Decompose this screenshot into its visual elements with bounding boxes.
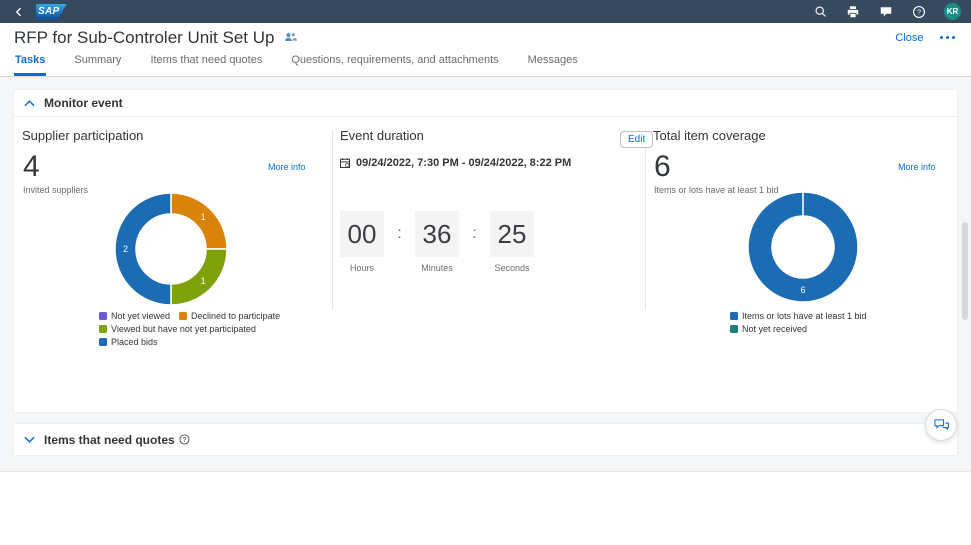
supplier-more-info-link[interactable]: More info [268,162,306,172]
tab-messages[interactable]: Messages [527,49,579,76]
invited-suppliers-label: Invited suppliers [23,185,88,195]
timer-hours-unit: 00 Hours [340,211,384,273]
monitor-event-section: Monitor event Supplier participation 4 I… [14,90,957,412]
page-title: RFP for Sub-Controler Unit Set Up [14,28,274,48]
feedback-icon[interactable] [878,4,894,20]
invited-suppliers-count: 4 [23,152,40,182]
svg-text:?: ? [917,7,921,16]
svg-text:1: 1 [201,276,206,286]
chevron-up-icon [24,100,35,107]
items-that-need-quotes-header[interactable]: Items that need quotes ? [14,424,957,455]
legend-label: Placed bids [111,337,158,347]
legend-label: Viewed but have not yet participated [111,324,256,334]
svg-text:6: 6 [801,285,806,295]
calendar-icon [339,157,351,169]
legend-swatch [99,338,107,346]
panel-divider [332,130,333,310]
tab-tasks[interactable]: Tasks [14,49,46,76]
sap-logo[interactable]: SAP [36,4,67,20]
tab-bar: Tasks Summary Items that need quotes Que… [0,52,971,77]
search-icon[interactable] [812,4,828,20]
tab-items-that-need-quotes[interactable]: Items that need quotes [149,49,263,76]
legend-swatch [730,325,738,333]
header-actions: Close [895,32,957,44]
timer-hours-label: Hours [350,263,374,273]
overflow-menu-icon[interactable] [938,33,958,43]
timer-seconds-label: Seconds [494,263,529,273]
close-button[interactable]: Close [895,32,923,44]
countdown-timer: 00 Hours : 36 Minutes : 25 Seconds [340,211,534,273]
timer-seconds-unit: 25 Seconds [490,211,534,273]
user-avatar[interactable]: KR [944,3,961,20]
legend-item: Not yet received [730,324,867,334]
legend-item: Not yet viewed [99,311,170,321]
coverage-more-info-link[interactable]: More info [898,162,936,172]
legend-swatch [99,325,107,333]
vertical-scrollbar-thumb[interactable] [962,222,968,320]
svg-text:2: 2 [123,244,128,254]
legend-item: Viewed but have not yet participated [99,324,256,334]
supplier-participation-donut-chart: 1 1 2 [111,189,231,309]
chevron-down-icon [24,436,35,443]
legend-label: Items or lots have at least 1 bid [742,311,867,321]
event-duration-title: Event duration [340,128,424,143]
total-item-coverage-title: Total item coverage [653,128,766,143]
total-item-coverage-donut-chart: 6 [743,187,863,307]
top-navbar: SAP ? KR [0,0,971,23]
app-window: SAP ? KR RFP for Sub-Controler Unit Set … [0,0,971,545]
edit-button[interactable]: Edit [620,131,653,148]
question-mark-icon[interactable]: ? [179,434,190,445]
timer-separator: : [459,211,490,257]
panel-divider [645,130,646,310]
event-date-range: 09/24/2022, 7:30 PM - 09/24/2022, 8:22 P… [356,157,571,169]
svg-text:1: 1 [201,212,206,222]
tab-questions-requirements-attachments[interactable]: Questions, requirements, and attachments [290,49,499,76]
legend-item: Declined to participate [179,311,280,321]
supplier-participation-legend: Not yet viewed Declined to participate Vie… [99,311,304,347]
legend-item: Placed bids [99,337,158,347]
timer-minutes-value: 36 [415,211,459,257]
messages-floating-button[interactable] [925,409,957,441]
svg-text:?: ? [182,437,186,444]
back-icon[interactable] [10,3,28,21]
monitor-event-title: Monitor event [44,96,123,110]
legend-label: Declined to participate [191,311,280,321]
supplier-participation-title: Supplier participation [22,128,143,143]
legend-swatch [99,312,107,320]
tab-summary[interactable]: Summary [73,49,122,76]
total-item-coverage-legend: Items or lots have at least 1 bid Not yet… [730,311,867,334]
items-that-need-quotes-title: Items that need quotes [44,433,175,447]
legend-label: Not yet received [742,324,807,334]
legend-swatch [730,312,738,320]
navbar-actions: ? KR [812,3,961,20]
team-icon[interactable] [284,31,297,44]
print-icon[interactable] [845,4,861,20]
page-header: RFP for Sub-Controler Unit Set Up Close [0,23,971,52]
legend-swatch [179,312,187,320]
event-date-row: 09/24/2022, 7:30 PM - 09/24/2022, 8:22 P… [339,157,571,169]
page-background-lower [0,471,971,545]
timer-separator: : [384,211,415,257]
items-with-bid-count: 6 [654,152,671,182]
help-icon[interactable]: ? [911,4,927,20]
monitor-event-header[interactable]: Monitor event [14,90,957,117]
sap-logo-text: SAP [38,6,59,17]
timer-minutes-unit: 36 Minutes [415,211,459,273]
timer-minutes-label: Minutes [421,263,453,273]
timer-seconds-value: 25 [490,211,534,257]
legend-label: Not yet viewed [111,311,170,321]
chat-bubbles-icon [933,418,950,433]
legend-item: Items or lots have at least 1 bid [730,311,867,321]
timer-hours-value: 00 [340,211,384,257]
